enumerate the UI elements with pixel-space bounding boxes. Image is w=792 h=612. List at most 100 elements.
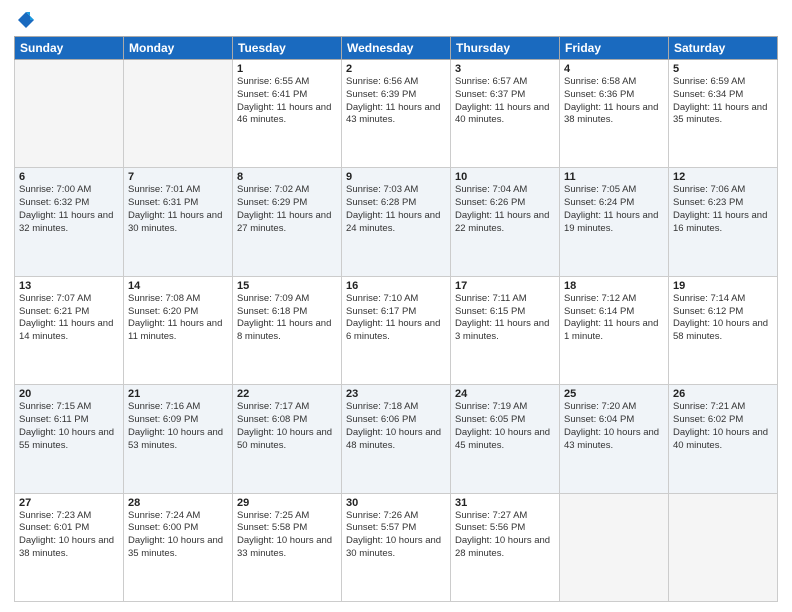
day-number: 1	[237, 63, 337, 75]
daylight-text: Daylight: 11 hours and 43 minutes.	[346, 102, 446, 128]
daylight-text: Daylight: 10 hours and 35 minutes.	[128, 535, 228, 561]
sunrise-text: Sunrise: 7:16 AM	[128, 401, 228, 414]
daylight-text: Daylight: 11 hours and 22 minutes.	[455, 210, 555, 236]
daylight-text: Daylight: 10 hours and 43 minutes.	[564, 427, 664, 453]
calendar-week-row: 13Sunrise: 7:07 AMSunset: 6:21 PMDayligh…	[15, 276, 778, 384]
day-info: Sunrise: 7:19 AMSunset: 6:05 PMDaylight:…	[455, 401, 555, 452]
sunrise-text: Sunrise: 7:07 AM	[19, 293, 119, 306]
daylight-text: Daylight: 11 hours and 1 minute.	[564, 318, 664, 344]
calendar-cell: 19Sunrise: 7:14 AMSunset: 6:12 PMDayligh…	[669, 276, 778, 384]
daylight-text: Daylight: 10 hours and 45 minutes.	[455, 427, 555, 453]
calendar-cell: 23Sunrise: 7:18 AMSunset: 6:06 PMDayligh…	[342, 385, 451, 493]
sunrise-text: Sunrise: 7:23 AM	[19, 510, 119, 523]
sunset-text: Sunset: 6:29 PM	[237, 197, 337, 210]
sunset-text: Sunset: 5:56 PM	[455, 522, 555, 535]
sunset-text: Sunset: 6:06 PM	[346, 414, 446, 427]
day-info: Sunrise: 6:59 AMSunset: 6:34 PMDaylight:…	[673, 76, 773, 127]
sunrise-text: Sunrise: 7:02 AM	[237, 184, 337, 197]
day-number: 9	[346, 171, 446, 183]
day-number: 17	[455, 280, 555, 292]
daylight-text: Daylight: 10 hours and 40 minutes.	[673, 427, 773, 453]
calendar-week-row: 6Sunrise: 7:00 AMSunset: 6:32 PMDaylight…	[15, 168, 778, 276]
day-number: 3	[455, 63, 555, 75]
day-number: 8	[237, 171, 337, 183]
calendar-cell: 27Sunrise: 7:23 AMSunset: 6:01 PMDayligh…	[15, 493, 124, 601]
calendar-cell: 6Sunrise: 7:00 AMSunset: 6:32 PMDaylight…	[15, 168, 124, 276]
calendar-cell	[669, 493, 778, 601]
daylight-text: Daylight: 11 hours and 16 minutes.	[673, 210, 773, 236]
sunrise-text: Sunrise: 7:21 AM	[673, 401, 773, 414]
day-info: Sunrise: 7:03 AMSunset: 6:28 PMDaylight:…	[346, 184, 446, 235]
sunrise-text: Sunrise: 7:19 AM	[455, 401, 555, 414]
day-number: 6	[19, 171, 119, 183]
sunrise-text: Sunrise: 6:57 AM	[455, 76, 555, 89]
calendar-cell: 21Sunrise: 7:16 AMSunset: 6:09 PMDayligh…	[124, 385, 233, 493]
day-info: Sunrise: 7:26 AMSunset: 5:57 PMDaylight:…	[346, 510, 446, 561]
calendar-cell: 13Sunrise: 7:07 AMSunset: 6:21 PMDayligh…	[15, 276, 124, 384]
sunrise-text: Sunrise: 7:25 AM	[237, 510, 337, 523]
days-header-row: Sunday Monday Tuesday Wednesday Thursday…	[15, 37, 778, 60]
sunrise-text: Sunrise: 7:08 AM	[128, 293, 228, 306]
day-number: 20	[19, 388, 119, 400]
daylight-text: Daylight: 10 hours and 48 minutes.	[346, 427, 446, 453]
sunset-text: Sunset: 6:20 PM	[128, 306, 228, 319]
sunrise-text: Sunrise: 7:15 AM	[19, 401, 119, 414]
day-info: Sunrise: 7:10 AMSunset: 6:17 PMDaylight:…	[346, 293, 446, 344]
daylight-text: Daylight: 10 hours and 55 minutes.	[19, 427, 119, 453]
day-info: Sunrise: 7:11 AMSunset: 6:15 PMDaylight:…	[455, 293, 555, 344]
day-info: Sunrise: 7:12 AMSunset: 6:14 PMDaylight:…	[564, 293, 664, 344]
day-info: Sunrise: 7:14 AMSunset: 6:12 PMDaylight:…	[673, 293, 773, 344]
day-info: Sunrise: 7:06 AMSunset: 6:23 PMDaylight:…	[673, 184, 773, 235]
sunset-text: Sunset: 6:18 PM	[237, 306, 337, 319]
day-info: Sunrise: 7:25 AMSunset: 5:58 PMDaylight:…	[237, 510, 337, 561]
day-info: Sunrise: 7:20 AMSunset: 6:04 PMDaylight:…	[564, 401, 664, 452]
sunset-text: Sunset: 6:24 PM	[564, 197, 664, 210]
sunrise-text: Sunrise: 7:27 AM	[455, 510, 555, 523]
day-info: Sunrise: 7:24 AMSunset: 6:00 PMDaylight:…	[128, 510, 228, 561]
day-info: Sunrise: 6:56 AMSunset: 6:39 PMDaylight:…	[346, 76, 446, 127]
sunrise-text: Sunrise: 7:05 AM	[564, 184, 664, 197]
day-info: Sunrise: 7:05 AMSunset: 6:24 PMDaylight:…	[564, 184, 664, 235]
calendar-cell: 7Sunrise: 7:01 AMSunset: 6:31 PMDaylight…	[124, 168, 233, 276]
sunset-text: Sunset: 6:15 PM	[455, 306, 555, 319]
day-info: Sunrise: 7:02 AMSunset: 6:29 PMDaylight:…	[237, 184, 337, 235]
day-info: Sunrise: 7:18 AMSunset: 6:06 PMDaylight:…	[346, 401, 446, 452]
calendar-cell: 22Sunrise: 7:17 AMSunset: 6:08 PMDayligh…	[233, 385, 342, 493]
calendar-cell: 4Sunrise: 6:58 AMSunset: 6:36 PMDaylight…	[560, 60, 669, 168]
day-number: 11	[564, 171, 664, 183]
day-info: Sunrise: 7:07 AMSunset: 6:21 PMDaylight:…	[19, 293, 119, 344]
sunset-text: Sunset: 6:05 PM	[455, 414, 555, 427]
calendar-cell: 2Sunrise: 6:56 AMSunset: 6:39 PMDaylight…	[342, 60, 451, 168]
daylight-text: Daylight: 11 hours and 38 minutes.	[564, 102, 664, 128]
calendar-cell: 12Sunrise: 7:06 AMSunset: 6:23 PMDayligh…	[669, 168, 778, 276]
day-number: 31	[455, 497, 555, 509]
calendar-week-row: 27Sunrise: 7:23 AMSunset: 6:01 PMDayligh…	[15, 493, 778, 601]
sunset-text: Sunset: 5:57 PM	[346, 522, 446, 535]
sunrise-text: Sunrise: 7:03 AM	[346, 184, 446, 197]
daylight-text: Daylight: 11 hours and 27 minutes.	[237, 210, 337, 236]
calendar-cell: 31Sunrise: 7:27 AMSunset: 5:56 PMDayligh…	[451, 493, 560, 601]
day-number: 25	[564, 388, 664, 400]
sunrise-text: Sunrise: 7:09 AM	[237, 293, 337, 306]
day-number: 19	[673, 280, 773, 292]
sunset-text: Sunset: 6:01 PM	[19, 522, 119, 535]
daylight-text: Daylight: 11 hours and 8 minutes.	[237, 318, 337, 344]
sunset-text: Sunset: 6:02 PM	[673, 414, 773, 427]
calendar-cell: 20Sunrise: 7:15 AMSunset: 6:11 PMDayligh…	[15, 385, 124, 493]
day-number: 24	[455, 388, 555, 400]
daylight-text: Daylight: 11 hours and 30 minutes.	[128, 210, 228, 236]
daylight-text: Daylight: 11 hours and 46 minutes.	[237, 102, 337, 128]
sunset-text: Sunset: 6:36 PM	[564, 89, 664, 102]
day-number: 23	[346, 388, 446, 400]
day-number: 12	[673, 171, 773, 183]
sunset-text: Sunset: 6:17 PM	[346, 306, 446, 319]
day-info: Sunrise: 6:55 AMSunset: 6:41 PMDaylight:…	[237, 76, 337, 127]
calendar-cell: 1Sunrise: 6:55 AMSunset: 6:41 PMDaylight…	[233, 60, 342, 168]
sunrise-text: Sunrise: 6:55 AM	[237, 76, 337, 89]
logo	[14, 10, 36, 30]
calendar-cell: 8Sunrise: 7:02 AMSunset: 6:29 PMDaylight…	[233, 168, 342, 276]
sunset-text: Sunset: 6:34 PM	[673, 89, 773, 102]
day-info: Sunrise: 6:57 AMSunset: 6:37 PMDaylight:…	[455, 76, 555, 127]
sunset-text: Sunset: 5:58 PM	[237, 522, 337, 535]
calendar-cell: 10Sunrise: 7:04 AMSunset: 6:26 PMDayligh…	[451, 168, 560, 276]
